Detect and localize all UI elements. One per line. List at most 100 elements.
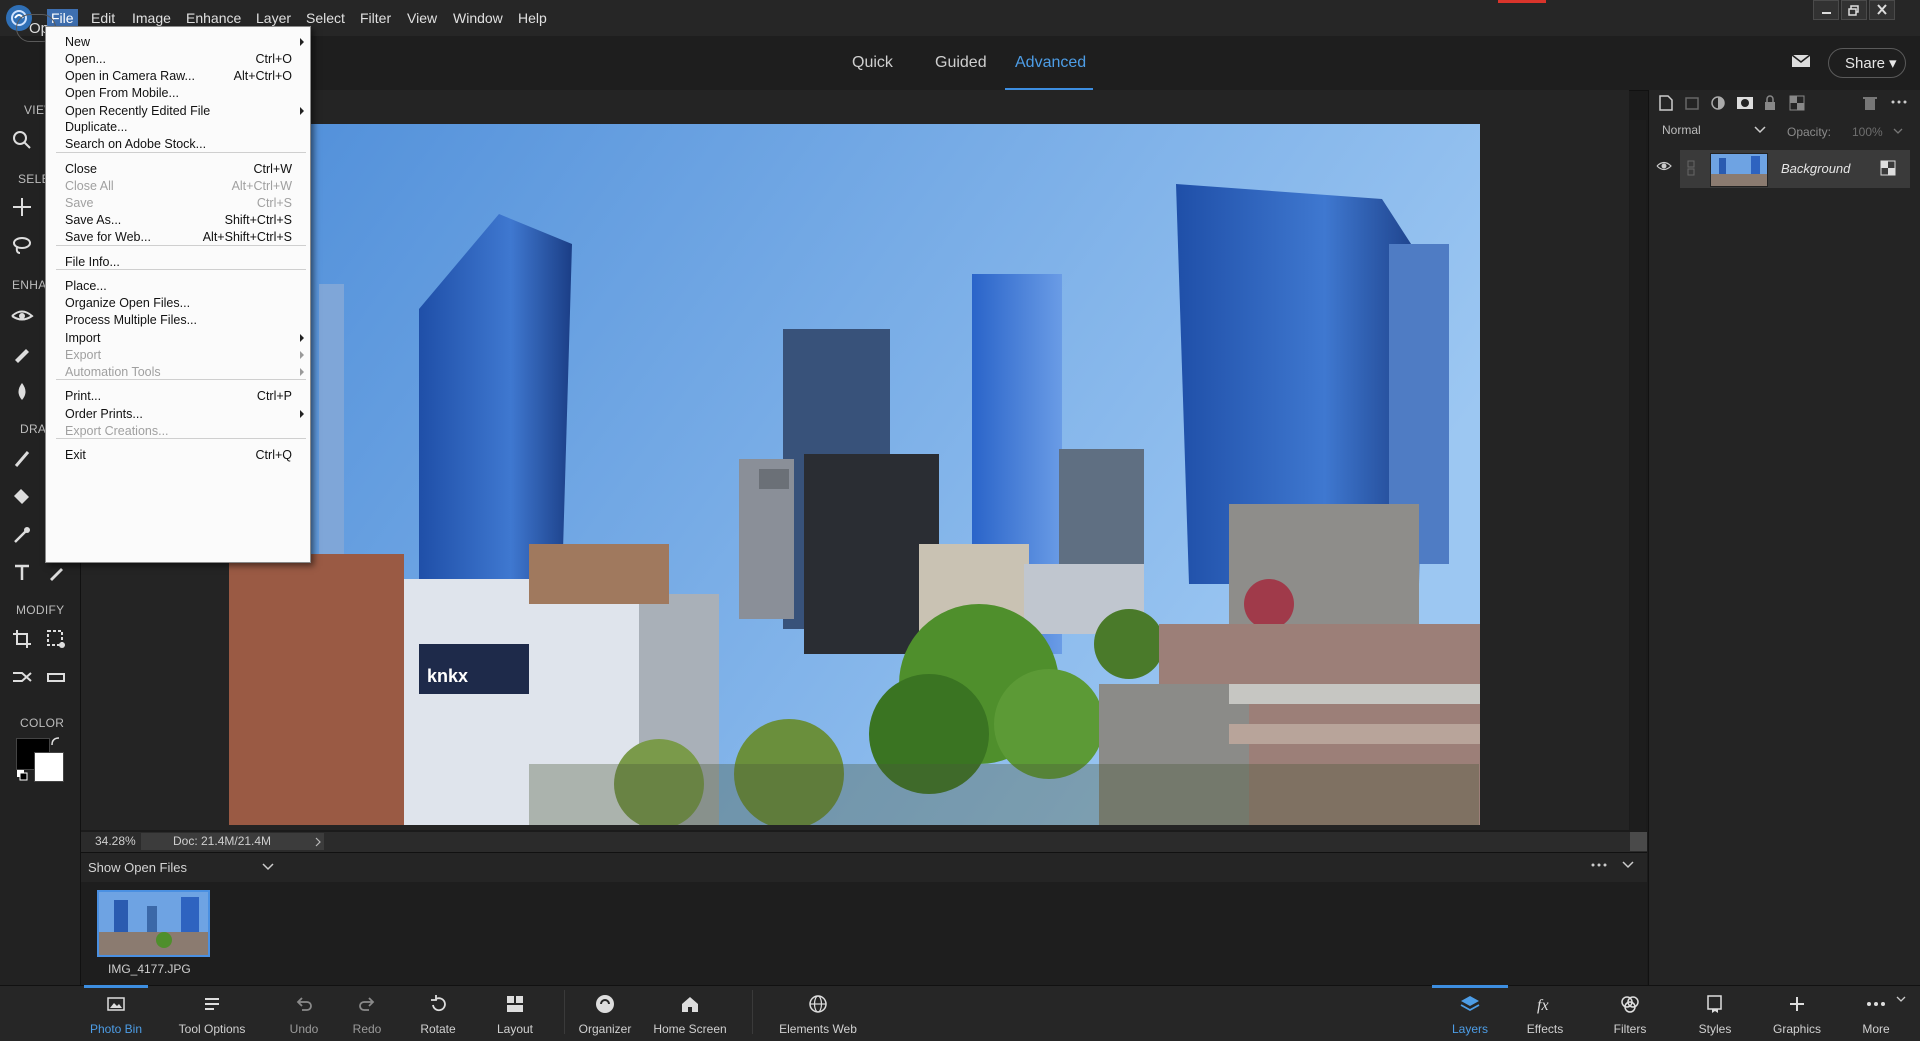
- menu-item-import[interactable]: Import: [46, 331, 310, 348]
- menu-filter[interactable]: Filter: [356, 9, 395, 27]
- collapse-bin-icon[interactable]: [1622, 861, 1634, 869]
- menu-item-process-multiple-files[interactable]: Process Multiple Files...: [46, 313, 310, 330]
- panel-more-icon[interactable]: [1890, 98, 1908, 106]
- adjustment-layer-icon[interactable]: [1710, 94, 1726, 112]
- chevron-down-icon[interactable]: [262, 863, 274, 871]
- restore-button[interactable]: [1841, 0, 1867, 20]
- menu-item-label: Save: [65, 196, 94, 210]
- taskbar-label: More: [1862, 1022, 1890, 1036]
- menu-image[interactable]: Image: [128, 9, 175, 27]
- organizer-button[interactable]: Organizer: [570, 985, 640, 1040]
- default-colors-icon[interactable]: [17, 770, 29, 782]
- recompose-tool-icon[interactable]: [42, 625, 70, 653]
- home-screen-button[interactable]: Home Screen: [646, 985, 734, 1040]
- menu-item-close-all: Close All Alt+Ctrl+W: [46, 179, 310, 196]
- menu-item-open[interactable]: Open... Ctrl+O: [46, 52, 310, 69]
- menu-item-duplicate[interactable]: Duplicate...: [46, 120, 310, 137]
- menu-item-save-as[interactable]: Save As... Shift+Ctrl+S: [46, 213, 310, 230]
- photo-bin-thumbnail[interactable]: [97, 890, 210, 957]
- type-tool-icon[interactable]: [8, 558, 36, 586]
- lock-transparency-icon[interactable]: [1788, 94, 1806, 112]
- minimize-button[interactable]: [1813, 0, 1839, 20]
- lock-icon[interactable]: [1762, 94, 1778, 112]
- opacity-value[interactable]: 100%: [1852, 125, 1883, 139]
- visibility-eye-icon[interactable]: [1656, 160, 1672, 172]
- menu-item-organize-open-files[interactable]: Organize Open Files...: [46, 296, 310, 313]
- menu-help[interactable]: Help: [514, 9, 551, 27]
- tab-advanced[interactable]: Advanced: [1015, 54, 1086, 72]
- menu-item-label: New: [65, 35, 91, 49]
- eye-tool-icon[interactable]: [8, 301, 36, 329]
- brush-tool-icon[interactable]: [8, 339, 36, 367]
- vertical-scrollbar[interactable]: [1630, 120, 1646, 832]
- paintbrush-icon[interactable]: [8, 444, 36, 472]
- effects-button[interactable]: fx Effects: [1514, 985, 1576, 1040]
- document-image[interactable]: knkx: [229, 124, 1480, 825]
- menu-item-label: Save As...: [65, 213, 122, 227]
- paint-bucket-icon[interactable]: [8, 482, 36, 510]
- zoom-readout[interactable]: 34.28%: [95, 834, 136, 848]
- menu-view[interactable]: View: [403, 9, 441, 27]
- zoom-tool-icon[interactable]: [8, 126, 36, 154]
- undo-button[interactable]: Undo: [277, 985, 331, 1040]
- chevron-down-icon[interactable]: [1896, 996, 1906, 1003]
- menu-item-open-in-camera-raw[interactable]: Open in Camera Raw... Alt+Ctrl+O: [46, 69, 310, 86]
- styles-button[interactable]: Styles: [1684, 985, 1746, 1040]
- chevron-right-icon[interactable]: [314, 837, 322, 847]
- swap-colors-icon[interactable]: [50, 736, 62, 748]
- menu-item-print[interactable]: Print... Ctrl+P: [46, 389, 310, 406]
- photo-bin-button[interactable]: Photo Bin: [80, 985, 152, 1040]
- menu-layer[interactable]: Layer: [252, 9, 295, 27]
- menu-select[interactable]: Select: [302, 9, 349, 27]
- menu-window[interactable]: Window: [449, 9, 507, 27]
- straighten-tool-icon[interactable]: [42, 663, 70, 691]
- opacity-label: Opacity:: [1787, 125, 1832, 139]
- move-tool-icon[interactable]: [8, 193, 36, 221]
- menu-separator: [56, 379, 306, 380]
- menu-item-new[interactable]: New: [46, 35, 310, 52]
- elements-web-button[interactable]: Elements Web: [770, 985, 866, 1040]
- menu-item-place[interactable]: Place...: [46, 279, 310, 296]
- rotate-button[interactable]: Rotate: [408, 985, 468, 1040]
- layer-mask-icon[interactable]: [1736, 94, 1754, 112]
- graphics-button[interactable]: Graphics: [1762, 985, 1832, 1040]
- layer-name[interactable]: Background: [1781, 161, 1850, 176]
- eyedropper-icon[interactable]: [8, 520, 36, 548]
- taskbar-label: Layout: [496, 1022, 534, 1036]
- lock-transparency-icon[interactable]: [1880, 160, 1898, 178]
- menu-item-order-prints[interactable]: Order Prints...: [46, 407, 310, 424]
- menu-item-close[interactable]: Close Ctrl+W: [46, 162, 310, 179]
- share-button[interactable]: Share ▾: [1828, 48, 1906, 78]
- tab-guided[interactable]: Guided: [935, 54, 987, 72]
- background-color-swatch[interactable]: [34, 752, 64, 782]
- layers-button[interactable]: Layers: [1432, 985, 1508, 1040]
- redo-button[interactable]: Redo: [340, 985, 394, 1040]
- menu-item-open-from-mobile[interactable]: Open From Mobile...: [46, 86, 310, 103]
- new-group-icon[interactable]: [1684, 94, 1700, 112]
- tab-quick[interactable]: Quick: [852, 54, 893, 72]
- content-aware-move-icon[interactable]: [8, 663, 36, 691]
- tool-options-button[interactable]: Tool Options: [168, 985, 256, 1040]
- bin-more-options-icon[interactable]: [1590, 861, 1608, 869]
- menu-item-exit[interactable]: Exit Ctrl+Q: [46, 448, 310, 465]
- mail-icon[interactable]: [1791, 53, 1811, 69]
- close-window-button[interactable]: [1869, 0, 1895, 20]
- menu-item-open-recently-edited-file[interactable]: Open Recently Edited File: [46, 104, 310, 121]
- layout-button[interactable]: Layout: [486, 985, 544, 1040]
- show-open-files-dropdown[interactable]: Show Open Files: [88, 860, 187, 875]
- crop-tool-icon[interactable]: [8, 625, 36, 653]
- blend-mode-select[interactable]: Normal: [1662, 123, 1701, 137]
- menu-enhance[interactable]: Enhance: [182, 9, 245, 27]
- more-button[interactable]: More: [1848, 985, 1904, 1040]
- new-layer-icon[interactable]: [1658, 94, 1674, 112]
- lasso-tool-icon[interactable]: [8, 231, 36, 259]
- menu-edit[interactable]: Edit: [87, 9, 119, 27]
- doc-size-info: Doc: 21.4M/21.4M: [141, 833, 324, 850]
- chevron-down-icon[interactable]: [1754, 126, 1766, 134]
- menu-item-label: Organize Open Files...: [65, 296, 191, 310]
- filters-button[interactable]: Filters: [1598, 985, 1662, 1040]
- chevron-down-icon[interactable]: [1893, 128, 1903, 135]
- taskbar-label: Organizer: [578, 1022, 632, 1036]
- blur-tool-icon[interactable]: [8, 377, 36, 405]
- delete-layer-icon[interactable]: [1862, 94, 1878, 112]
